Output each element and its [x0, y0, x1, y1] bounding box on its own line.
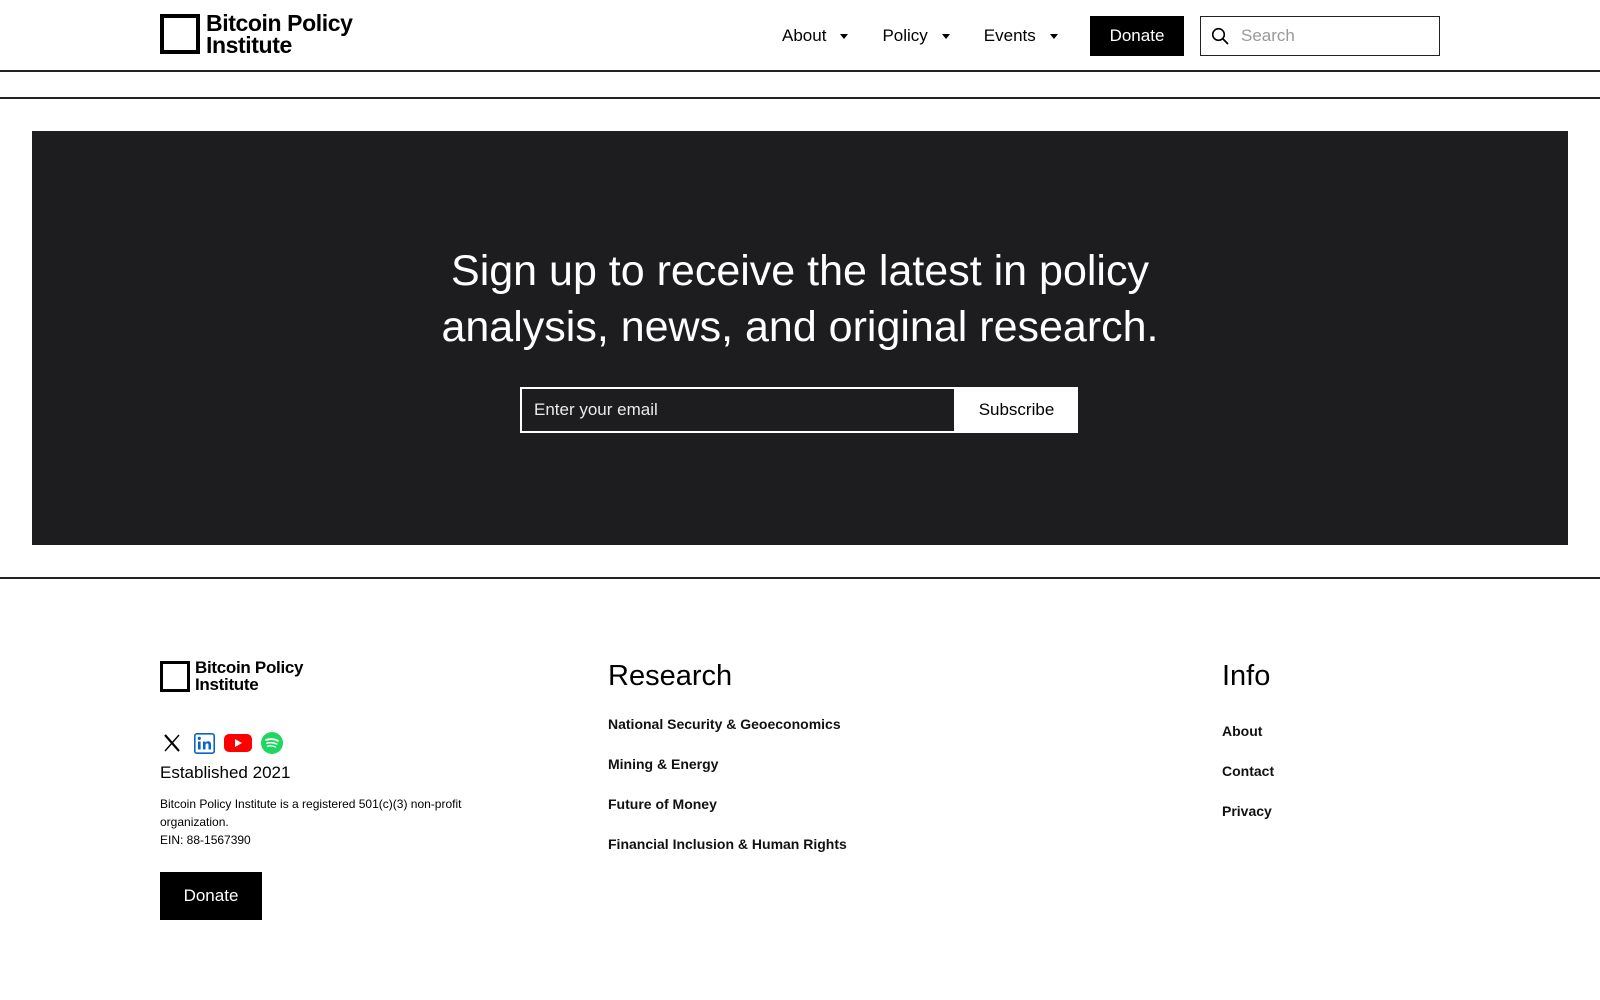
ein-number: EIN: 88-1567390	[160, 833, 251, 847]
social-links	[160, 731, 292, 755]
established-year: Established 2021	[160, 763, 291, 782]
nonprofit-statement: Bitcoin Policy Institute is a registered…	[160, 797, 462, 829]
divider	[0, 577, 1600, 579]
site-logo[interactable]: Bitcoin Policy Institute	[160, 10, 353, 58]
nav-policy-label: Policy	[882, 26, 928, 45]
link-about[interactable]: About	[1222, 723, 1262, 739]
footer-donate-button[interactable]: Donate	[160, 872, 262, 920]
caret-down-icon	[840, 33, 849, 39]
subscribe-button[interactable]: Subscribe	[955, 387, 1078, 433]
logo-text: Bitcoin Policy Institute	[206, 10, 353, 58]
newsletter-title-line-2: analysis, news, and original research.	[441, 303, 1159, 351]
search-box	[1200, 16, 1440, 56]
nav-events[interactable]: Events	[984, 22, 1058, 50]
footer-logo-square	[160, 660, 190, 692]
caret-down-icon	[941, 33, 950, 39]
newsletter-title-line-1: Sign up to receive the latest in policy	[451, 247, 1149, 295]
link-financial-inclusion[interactable]: Financial Inclusion & Human Rights	[608, 836, 847, 852]
research-heading: Research	[608, 660, 733, 692]
donate-button[interactable]: Donate	[1090, 16, 1184, 56]
link-contact[interactable]: Contact	[1222, 763, 1274, 779]
search-icon[interactable]	[1211, 27, 1229, 45]
nav-about[interactable]: About	[782, 22, 849, 50]
linkedin-icon[interactable]	[192, 731, 216, 755]
site-header: Bitcoin Policy Institute About Policy Ev…	[0, 0, 1600, 72]
footer-logo-line-2: Institute	[195, 675, 259, 694]
logo-square	[160, 14, 200, 54]
info-heading: Info	[1222, 660, 1271, 692]
newsletter-section: Sign up to receive the latest in policy …	[32, 131, 1568, 545]
nav-events-label: Events	[983, 26, 1036, 45]
x-icon[interactable]	[160, 731, 184, 755]
nav-about-label: About	[782, 26, 827, 45]
spotify-icon[interactable]	[260, 731, 284, 755]
youtube-icon[interactable]	[224, 731, 252, 755]
footer-logo[interactable]: Bitcoin Policy Institute	[160, 658, 304, 694]
newsletter-title: Sign up to receive the latest in policy …	[32, 243, 1568, 355]
footer-logo-line-1: Bitcoin Policy	[195, 658, 304, 677]
footer-logo-text: Bitcoin Policy Institute	[195, 658, 304, 694]
caret-down-icon	[1049, 33, 1058, 39]
link-mining-energy[interactable]: Mining & Energy	[608, 756, 718, 772]
link-future-of-money[interactable]: Future of Money	[608, 796, 717, 812]
main-nav: About Policy Events	[782, 22, 1058, 50]
email-input[interactable]	[520, 387, 956, 433]
nav-policy[interactable]: Policy	[882, 22, 950, 50]
logo-line-1: Bitcoin Policy	[206, 10, 353, 36]
link-national-security[interactable]: National Security & Geoeconomics	[608, 716, 841, 732]
search-input[interactable]	[1239, 25, 1429, 47]
divider	[0, 97, 1600, 99]
link-privacy[interactable]: Privacy	[1222, 803, 1272, 819]
logo-line-2: Institute	[206, 32, 292, 58]
